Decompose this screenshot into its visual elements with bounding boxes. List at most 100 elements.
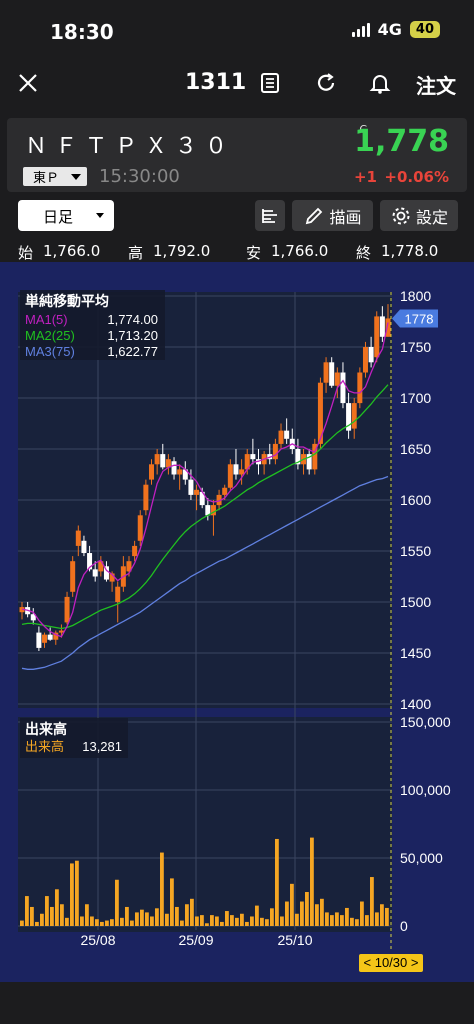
volume-bar — [300, 901, 304, 926]
volume-bar — [385, 907, 389, 926]
refresh-icon[interactable] — [314, 71, 338, 95]
volume-bar — [315, 904, 319, 926]
price-tick-label: 1600 — [400, 492, 431, 508]
volume-bar — [80, 916, 84, 926]
volume-bar — [230, 915, 234, 926]
status-indicators: 4G 40 — [351, 20, 440, 39]
ma-legend-value: 1,622.77 — [107, 344, 158, 359]
volume-bar — [180, 920, 184, 926]
volume-bar — [25, 896, 29, 926]
candle-body — [239, 469, 245, 475]
candle-body — [357, 372, 363, 404]
candle-body — [194, 489, 200, 495]
volume-bar — [85, 904, 89, 926]
candle-body — [188, 479, 194, 495]
document-icon[interactable] — [258, 71, 282, 95]
volume-bar — [30, 906, 34, 926]
volume-bar — [215, 916, 219, 926]
volume-bar — [220, 921, 224, 926]
volume-bar — [290, 883, 294, 926]
volume-bar — [55, 889, 59, 926]
volume-bar — [100, 921, 104, 926]
volume-bar — [350, 917, 354, 926]
bell-icon[interactable] — [368, 71, 392, 95]
price-tick-label: 1700 — [400, 390, 431, 406]
x-tick-label: 25/10 — [277, 932, 312, 948]
network-label: 4G — [377, 20, 402, 39]
candle-body — [36, 632, 42, 648]
volume-bar — [285, 901, 289, 926]
volume-bar — [310, 837, 314, 926]
candle-body — [329, 362, 335, 386]
price-change: +1 — [353, 168, 377, 186]
settings-button[interactable]: 設定 — [380, 200, 458, 231]
chart-controls: 日足 描画 設定 — [0, 196, 474, 236]
candle-body — [160, 454, 166, 468]
candle-body — [177, 469, 183, 475]
volume-bar — [155, 908, 159, 926]
volume-tick-label: 0 — [400, 918, 408, 934]
volume-bar — [170, 878, 174, 926]
gear-icon — [392, 207, 410, 224]
volume-bar — [210, 915, 214, 926]
signal-icon — [351, 22, 370, 37]
quote-time: 15:30:00 — [99, 166, 180, 187]
volume-bar — [130, 920, 134, 926]
candle-body — [75, 530, 81, 546]
cursor-date-label: < 10/30 > — [364, 955, 419, 970]
candle-body — [81, 540, 87, 554]
ma-legend-name: MA2(25) — [25, 328, 75, 343]
pencil-icon — [306, 207, 323, 224]
candle-body — [222, 487, 228, 495]
ma-legend-value: 1,774.00 — [107, 312, 158, 327]
open-label: 始 — [18, 244, 34, 262]
market-select[interactable]: 東Ｐ — [23, 167, 87, 186]
ma-legend-name: MA1(5) — [25, 312, 68, 327]
volume-bar — [325, 912, 329, 926]
indicator-button[interactable] — [255, 200, 285, 231]
candle-body — [149, 464, 155, 480]
volume-bar — [360, 901, 364, 926]
price-tick-label: 1750 — [400, 339, 431, 355]
volume-bar — [45, 896, 49, 926]
open-value: 1,766.0 — [43, 242, 101, 260]
candle-body — [374, 316, 380, 358]
close-value: 1,778.0 — [381, 242, 439, 260]
status-bar: 18:30 4G 40 — [0, 0, 474, 60]
volume-bar — [20, 920, 24, 926]
candle-body — [334, 372, 340, 386]
volume-legend-title: 出来高 — [25, 721, 67, 738]
volume-bar — [265, 919, 269, 926]
close-icon[interactable] — [15, 70, 41, 96]
volume-bar — [255, 905, 259, 926]
candle-body — [233, 464, 239, 475]
stock-code: 1311 — [185, 70, 247, 95]
price-tick-label: 1400 — [400, 696, 431, 712]
chart-svg[interactable]: 1800 1750 1700 1650 1600 1550 1500 1450 1400 150,… — [0, 262, 474, 982]
settings-label: 設定 — [415, 207, 448, 227]
volume-bar — [205, 923, 209, 926]
chart-area[interactable]: 1800 1750 1700 1650 1600 1550 1500 1450 1400 150,… — [0, 262, 474, 982]
draw-button[interactable]: 描画 — [292, 200, 373, 231]
candle-body — [379, 316, 385, 337]
volume-bar — [135, 912, 139, 926]
candle-body — [227, 464, 233, 488]
order-button[interactable]: 注文 — [416, 70, 456, 99]
candle-body — [284, 430, 290, 439]
volume-bar — [90, 916, 94, 926]
bar-list-icon — [262, 208, 277, 223]
x-tick-label: 25/08 — [80, 932, 115, 948]
volume-bar — [70, 863, 74, 926]
volume-bar — [65, 917, 69, 926]
period-select[interactable]: 日足 — [18, 200, 114, 231]
volume-bar — [190, 898, 194, 926]
last-price-label: 1778 — [405, 311, 434, 326]
volume-bar — [110, 919, 114, 926]
volume-bar — [95, 919, 99, 926]
volume-bar — [175, 906, 179, 926]
volume-bar — [305, 892, 309, 926]
volume-legend-value: 13,281 — [82, 739, 122, 754]
candle-body — [323, 362, 329, 383]
status-time: 18:30 — [50, 20, 114, 44]
price-tick-label: 1500 — [400, 594, 431, 610]
